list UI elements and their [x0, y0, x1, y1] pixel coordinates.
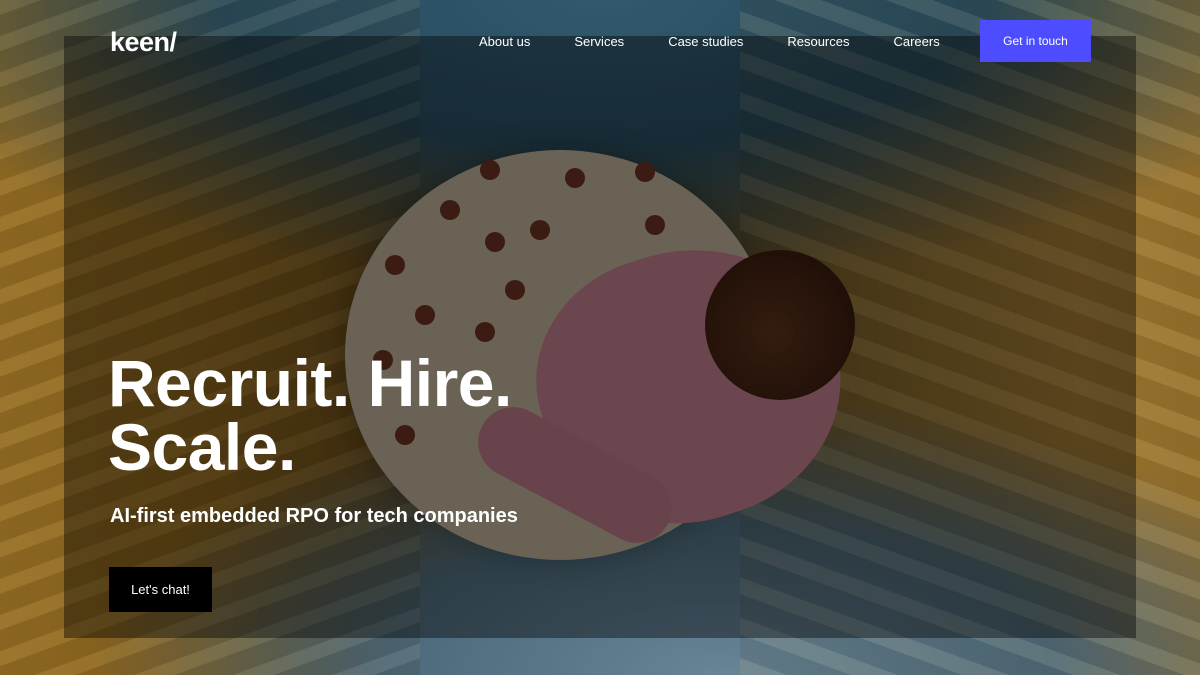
nav-resources[interactable]: Resources: [787, 34, 849, 49]
nav-careers[interactable]: Careers: [893, 34, 939, 49]
logo[interactable]: keen/: [110, 27, 177, 58]
headline-line-2: Scale.: [108, 410, 296, 484]
hero-subheadline: AI-first embedded RPO for tech companies: [110, 505, 518, 527]
hero-headline: Recruit. Hire. Scale.: [108, 350, 808, 480]
content-dim-frame: [64, 36, 1136, 638]
lets-chat-button[interactable]: Let's chat!: [109, 567, 212, 612]
nav-services[interactable]: Services: [574, 34, 624, 49]
get-in-touch-button[interactable]: Get in touch: [980, 20, 1091, 62]
headline-line-1: Recruit. Hire.: [108, 346, 512, 420]
nav-about-us[interactable]: About us: [479, 34, 530, 49]
nav-case-studies[interactable]: Case studies: [668, 34, 743, 49]
main-nav: About us Services Case studies Resources…: [479, 34, 940, 49]
